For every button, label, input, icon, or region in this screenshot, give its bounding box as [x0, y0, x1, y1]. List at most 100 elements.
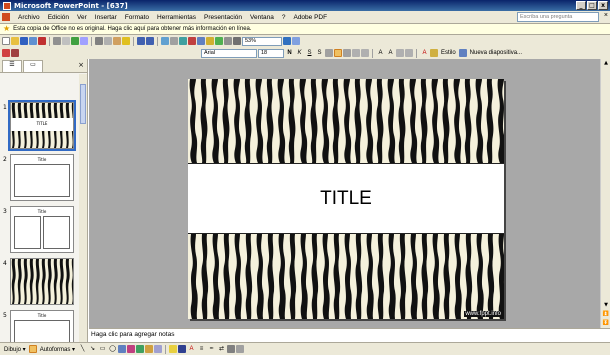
clipart-icon[interactable] [145, 345, 154, 353]
show-formatting-icon[interactable] [224, 37, 232, 45]
increase-font-icon[interactable]: A [376, 49, 385, 58]
insert-hyperlink-icon[interactable] [161, 37, 169, 45]
ask-question-input[interactable]: Escriba una pregunta [517, 12, 599, 22]
slide-thumbnail-3[interactable]: Title [10, 206, 74, 253]
undo-icon[interactable] [137, 37, 145, 45]
insert-chart-icon[interactable] [179, 37, 187, 45]
align-center-icon[interactable] [334, 49, 342, 57]
slide-thumbnail-4[interactable] [10, 258, 74, 305]
spelling-icon[interactable] [71, 37, 79, 45]
new-icon[interactable] [2, 37, 10, 45]
shadow-button[interactable]: S [315, 49, 324, 58]
3d-style-icon[interactable] [236, 345, 245, 353]
slide-thumbnail-1[interactable]: TITLE [8, 100, 76, 151]
slide-scrollbar[interactable]: ▲ ▼ ⏫ ⏬ [600, 59, 610, 328]
scroll-up-icon[interactable]: ▲ [601, 59, 610, 68]
textbox-icon[interactable] [197, 37, 205, 45]
font-color-icon[interactable]: A [420, 49, 429, 58]
wordart-icon[interactable] [127, 345, 136, 353]
dash-style-icon[interactable]: ┅ [207, 345, 216, 354]
increase-indent-icon[interactable] [405, 49, 413, 57]
pane-scrollbar[interactable] [79, 74, 87, 342]
arrow-icon[interactable]: ↘ [88, 345, 97, 354]
email-icon[interactable] [38, 37, 46, 45]
picture-icon[interactable] [154, 345, 163, 353]
copy-icon[interactable] [104, 37, 112, 45]
menu-archivo[interactable]: Archivo [14, 14, 44, 21]
expand-all-icon[interactable] [215, 37, 223, 45]
italic-button[interactable]: K [295, 49, 304, 58]
menu-presentacion[interactable]: Presentación [200, 14, 246, 21]
decrease-font-icon[interactable]: A [386, 49, 395, 58]
genuine-office-infobar[interactable]: ★ Esta copia de Office no es original. H… [0, 23, 610, 35]
tab-outline[interactable]: ☰ [2, 60, 22, 72]
design-icon[interactable] [430, 49, 438, 57]
notes-pane[interactable]: Haga clic para agregar notas [89, 328, 610, 342]
font-select[interactable]: Arial [201, 48, 257, 58]
insert-table-icon[interactable] [170, 37, 178, 45]
line-icon[interactable]: ╲ [78, 345, 87, 354]
menu-ventana[interactable]: Ventana [246, 14, 278, 21]
numbering-icon[interactable] [352, 49, 360, 57]
previous-slide-icon[interactable]: ⏫ [601, 310, 610, 319]
redo-icon[interactable] [146, 37, 154, 45]
bullets-icon[interactable] [361, 49, 369, 57]
pdf-convert-icon[interactable] [2, 49, 10, 57]
menu-herramientas[interactable]: Herramientas [153, 14, 200, 21]
close-window-button[interactable]: x [598, 1, 608, 10]
toolbar-options-icon[interactable] [292, 37, 300, 45]
minimize-button[interactable]: _ [576, 1, 586, 10]
paste-icon[interactable] [113, 37, 121, 45]
tab-slides[interactable]: ▭ [23, 60, 43, 72]
menu-adobe-pdf[interactable]: Adobe PDF [289, 14, 331, 21]
current-slide[interactable]: TITLE www.fppt.info [188, 79, 504, 319]
format-painter-icon[interactable] [122, 37, 130, 45]
slide-thumbnail-5[interactable]: Title [10, 310, 74, 342]
autoshapes-menu-button[interactable]: Autoformas ▾ [38, 346, 77, 353]
textbox-draw-icon[interactable] [118, 345, 127, 353]
next-slide-icon[interactable]: ⏬ [601, 319, 610, 328]
maximize-button[interactable]: □ [587, 1, 597, 10]
print-icon[interactable] [53, 37, 61, 45]
menu-insertar[interactable]: Insertar [91, 14, 121, 21]
insert-picture-icon[interactable] [206, 37, 214, 45]
select-objects-icon[interactable] [28, 345, 37, 353]
decrease-indent-icon[interactable] [396, 49, 404, 57]
draw-menu-button[interactable]: Dibujo ▾ [2, 346, 28, 353]
menu-ver[interactable]: Ver [73, 14, 91, 21]
arrow-style-icon[interactable]: ⇄ [217, 345, 226, 354]
print-preview-icon[interactable] [62, 37, 70, 45]
align-right-icon[interactable] [343, 49, 351, 57]
close-document-button[interactable]: × [604, 12, 608, 19]
bold-button[interactable]: N [285, 49, 294, 58]
pdf-email-icon[interactable] [11, 49, 19, 57]
new-slide-button[interactable]: Nueva diapositiva... [468, 50, 524, 56]
new-slide-icon[interactable] [458, 49, 467, 57]
underline-button[interactable]: S [305, 49, 314, 58]
close-pane-button[interactable]: × [78, 61, 84, 69]
open-icon[interactable] [11, 37, 19, 45]
slide-title[interactable]: TITLE [188, 163, 504, 234]
slide-thumbnail-2[interactable]: Title [10, 154, 74, 201]
line-color-icon[interactable] [178, 345, 187, 353]
menu-help[interactable]: ? [278, 14, 290, 21]
help-icon[interactable] [283, 37, 291, 45]
align-left-icon[interactable] [325, 49, 333, 57]
menu-edicion[interactable]: Edición [44, 14, 73, 21]
pane-scroll-thumb[interactable] [80, 84, 86, 124]
permission-icon[interactable] [29, 37, 37, 45]
cut-icon[interactable] [95, 37, 103, 45]
menu-formato[interactable]: Formato [121, 14, 153, 21]
line-style-icon[interactable]: ≡ [197, 345, 206, 354]
font-size-select[interactable]: 18 [258, 48, 284, 58]
grayscale-icon[interactable] [233, 37, 241, 45]
diagram-icon[interactable] [136, 345, 145, 353]
style-button[interactable]: Estilo [439, 50, 458, 56]
zoom-select[interactable]: 53% [242, 36, 282, 46]
document-icon[interactable] [2, 13, 10, 21]
research-icon[interactable] [80, 37, 88, 45]
save-icon[interactable] [20, 37, 28, 45]
insert-diagram-icon[interactable] [188, 37, 196, 45]
fill-color-icon[interactable] [169, 345, 178, 353]
scroll-down-icon[interactable]: ▼ [601, 301, 610, 310]
